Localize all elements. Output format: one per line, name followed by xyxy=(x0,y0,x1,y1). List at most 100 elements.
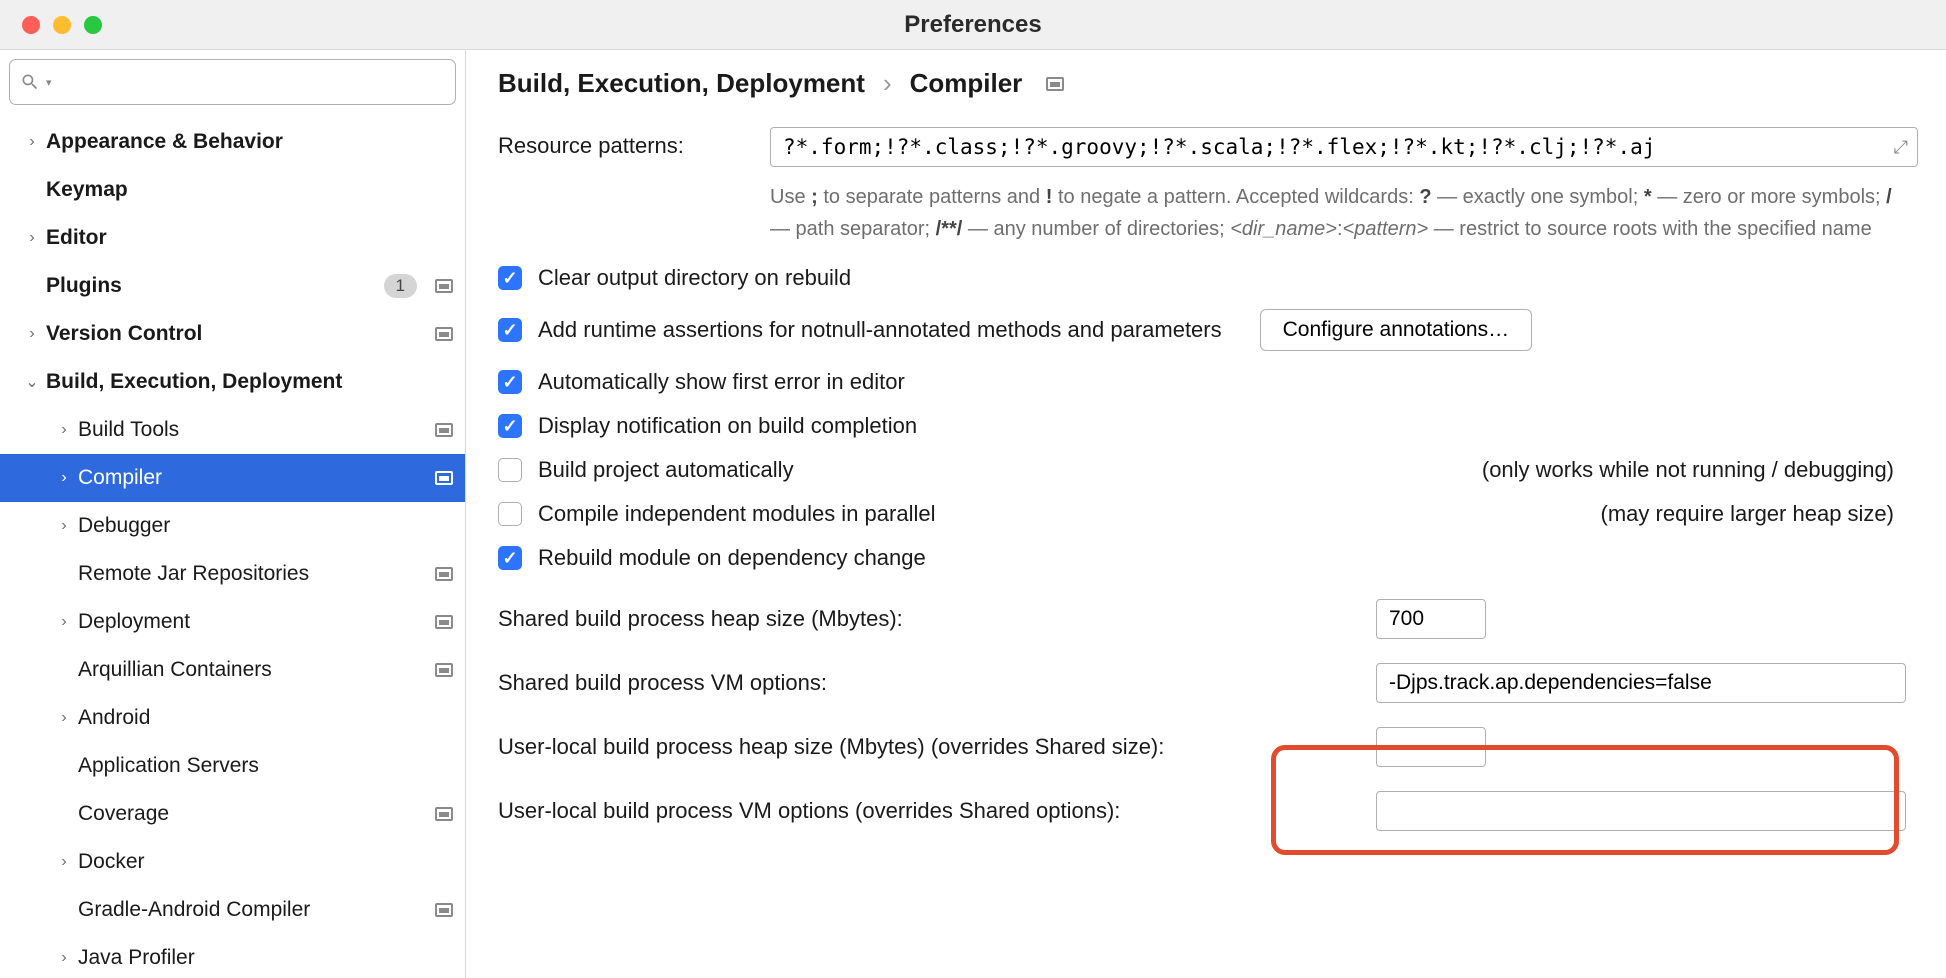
rebuild-dep-label: Rebuild module on dependency change xyxy=(538,545,926,571)
auto-build-checkbox[interactable] xyxy=(498,458,522,482)
clear-output-checkbox[interactable] xyxy=(498,266,522,290)
project-scope-icon xyxy=(435,567,453,581)
sidebar-item-label: Java Profiler xyxy=(78,946,453,970)
resource-patterns-label: Resource patterns: xyxy=(498,127,770,159)
user-vm-label: User-local build process VM options (ove… xyxy=(498,798,1376,824)
chevron-icon: › xyxy=(18,229,46,247)
auto-build-row: Build project automatically (only works … xyxy=(498,457,1914,483)
sidebar-item-label: Android xyxy=(78,706,453,730)
shared-heap-row: Shared build process heap size (Mbytes): xyxy=(498,599,1914,639)
sidebar-item-build-execution-deployment[interactable]: ⌄Build, Execution, Deployment xyxy=(0,358,465,406)
shared-vm-input[interactable] xyxy=(1376,663,1906,703)
sidebar-item-version-control[interactable]: ›Version Control xyxy=(0,310,465,358)
auto-error-label: Automatically show first error in editor xyxy=(538,369,905,395)
sidebar-item-gradle-android-compiler[interactable]: Gradle-Android Compiler xyxy=(0,886,465,934)
sidebar-item-label: Coverage xyxy=(78,802,427,826)
sidebar-item-keymap[interactable]: Keymap xyxy=(0,166,465,214)
chevron-icon: ⌄ xyxy=(18,372,46,392)
sidebar-item-appearance-behavior[interactable]: ›Appearance & Behavior xyxy=(0,118,465,166)
sidebar-item-java-profiler[interactable]: ›Java Profiler xyxy=(0,934,465,978)
sidebar-item-remote-jar-repositories[interactable]: Remote Jar Repositories xyxy=(0,550,465,598)
notify-row: Display notification on build completion xyxy=(498,413,1914,439)
sidebar-item-label: Compiler xyxy=(78,466,427,490)
user-heap-row: User-local build process heap size (Mbyt… xyxy=(498,727,1914,767)
parallel-note: (may require larger heap size) xyxy=(1601,501,1914,527)
sidebar-item-debugger[interactable]: ›Debugger xyxy=(0,502,465,550)
breadcrumb-current: Compiler xyxy=(910,68,1023,99)
content-area: ▾ ›Appearance & BehaviorKeymap›EditorPlu… xyxy=(0,50,1946,978)
sidebar-item-android[interactable]: ›Android xyxy=(0,694,465,742)
maximize-icon[interactable] xyxy=(84,16,102,34)
sidebar-item-deployment[interactable]: ›Deployment xyxy=(0,598,465,646)
sidebar-item-label: Version Control xyxy=(46,322,427,346)
chevron-right-icon: › xyxy=(883,68,892,99)
preferences-window: Preferences ▾ ›Appearance & Behavior Keym… xyxy=(0,0,1946,978)
configure-annotations-button[interactable]: Configure annotations… xyxy=(1260,309,1532,351)
clear-output-row: Clear output directory on rebuild xyxy=(498,265,1914,291)
parallel-checkbox[interactable] xyxy=(498,502,522,526)
auto-error-checkbox[interactable] xyxy=(498,370,522,394)
chevron-icon: › xyxy=(50,613,78,631)
chevron-icon: › xyxy=(50,469,78,487)
window-controls xyxy=(0,16,102,34)
project-scope-icon xyxy=(1046,77,1064,91)
sidebar-item-coverage[interactable]: Coverage xyxy=(0,790,465,838)
shared-vm-row: Shared build process VM options: xyxy=(498,663,1914,703)
sidebar-item-editor[interactable]: ›Editor xyxy=(0,214,465,262)
sidebar-item-label: Gradle-Android Compiler xyxy=(78,898,427,922)
chevron-icon: › xyxy=(50,709,78,727)
sidebar: ▾ ›Appearance & BehaviorKeymap›EditorPlu… xyxy=(0,50,466,978)
runtime-assertions-label: Add runtime assertions for notnull-annot… xyxy=(538,317,1222,343)
shared-heap-label: Shared build process heap size (Mbytes): xyxy=(498,606,1376,632)
sidebar-item-label: Arquillian Containers xyxy=(78,658,427,682)
sidebar-item-label: Debugger xyxy=(78,514,453,538)
parallel-row: Compile independent modules in parallel … xyxy=(498,501,1914,527)
window-title: Preferences xyxy=(904,11,1041,39)
project-scope-icon xyxy=(435,807,453,821)
expand-icon[interactable]: ⤢ xyxy=(1894,137,1908,158)
sidebar-item-label: Remote Jar Repositories xyxy=(78,562,427,586)
search-wrap: ▾ xyxy=(0,50,465,114)
notify-label: Display notification on build completion xyxy=(538,413,917,439)
rebuild-dep-checkbox[interactable] xyxy=(498,546,522,570)
project-scope-icon xyxy=(435,663,453,677)
sidebar-item-label: Build, Execution, Deployment xyxy=(46,370,453,394)
main-panel: Build, Execution, Deployment › Compiler … xyxy=(466,50,1946,978)
chevron-icon: › xyxy=(50,421,78,439)
minimize-icon[interactable] xyxy=(53,16,71,34)
chevron-icon: › xyxy=(18,133,46,151)
sidebar-item-label: Plugins xyxy=(46,274,384,298)
notify-checkbox[interactable] xyxy=(498,414,522,438)
sidebar-item-build-tools[interactable]: ›Build Tools xyxy=(0,406,465,454)
project-scope-icon xyxy=(435,327,453,341)
count-badge: 1 xyxy=(384,274,417,298)
auto-build-label: Build project automatically xyxy=(538,457,794,483)
titlebar: Preferences xyxy=(0,0,1946,50)
shared-vm-label: Shared build process VM options: xyxy=(498,670,1376,696)
sidebar-item-compiler[interactable]: ›Compiler xyxy=(0,454,465,502)
breadcrumb-parent[interactable]: Build, Execution, Deployment xyxy=(498,68,865,99)
user-heap-label: User-local build process heap size (Mbyt… xyxy=(498,734,1376,760)
settings-tree[interactable]: ›Appearance & BehaviorKeymap›EditorPlugi… xyxy=(0,114,465,978)
shared-heap-input[interactable] xyxy=(1376,599,1486,639)
runtime-assertions-checkbox[interactable] xyxy=(498,318,522,342)
user-vm-input[interactable] xyxy=(1376,791,1906,831)
sidebar-item-docker[interactable]: ›Docker xyxy=(0,838,465,886)
runtime-assertions-row: Add runtime assertions for notnull-annot… xyxy=(498,309,1914,351)
sidebar-item-label: Keymap xyxy=(46,178,453,202)
chevron-down-icon: ▾ xyxy=(46,76,52,89)
user-heap-input[interactable] xyxy=(1376,727,1486,767)
sidebar-item-label: Editor xyxy=(46,226,453,250)
sidebar-item-application-servers[interactable]: Application Servers xyxy=(0,742,465,790)
search-input[interactable]: ▾ xyxy=(9,59,456,105)
resource-patterns-input[interactable] xyxy=(770,127,1918,167)
close-icon[interactable] xyxy=(22,16,40,34)
sidebar-item-label: Build Tools xyxy=(78,418,427,442)
project-scope-icon xyxy=(435,279,453,293)
rebuild-dep-row: Rebuild module on dependency change xyxy=(498,545,1914,571)
auto-build-note: (only works while not running / debuggin… xyxy=(1482,457,1914,483)
project-scope-icon xyxy=(435,471,453,485)
sidebar-item-plugins[interactable]: Plugins1 xyxy=(0,262,465,310)
project-scope-icon xyxy=(435,423,453,437)
sidebar-item-arquillian-containers[interactable]: Arquillian Containers xyxy=(0,646,465,694)
